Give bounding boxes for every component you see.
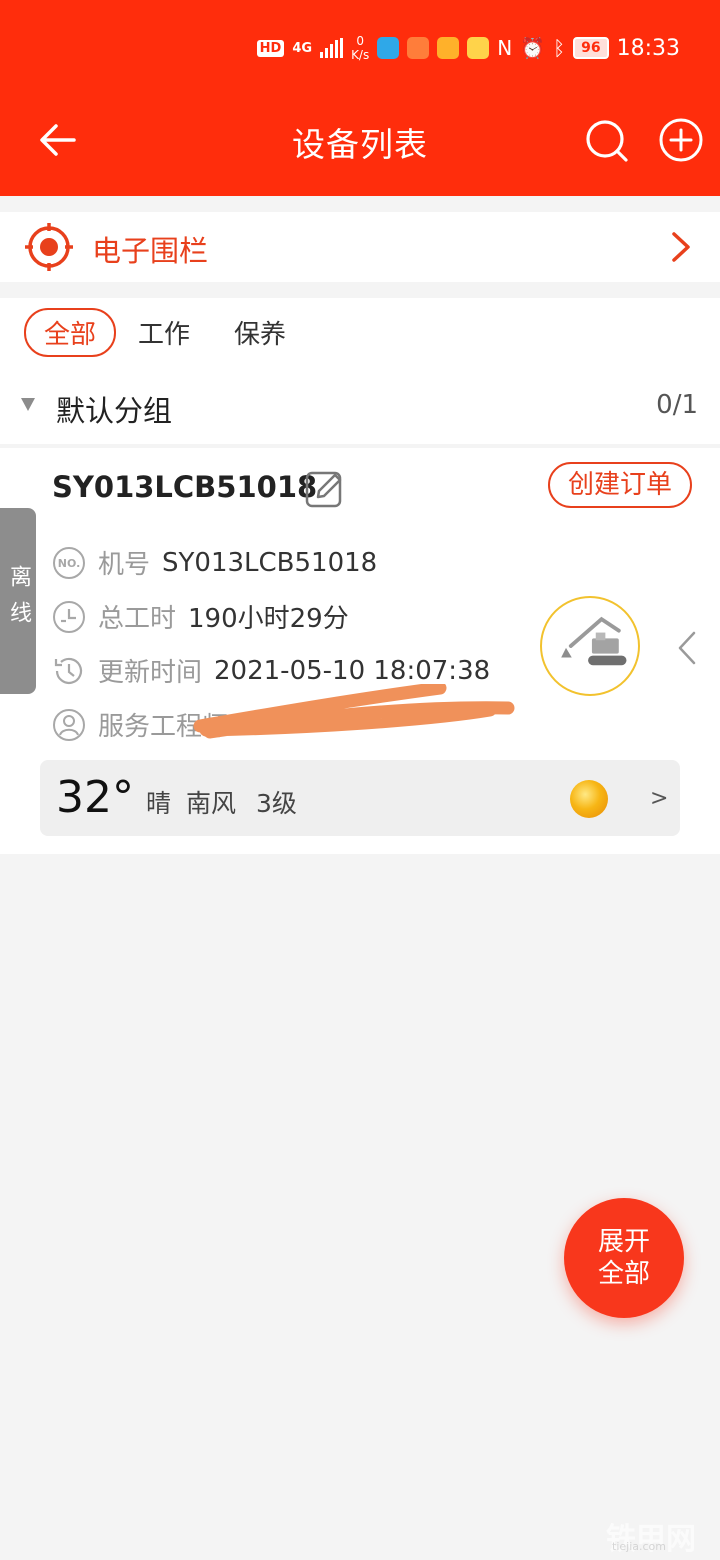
excavator-icon [561,616,627,666]
engineer-icon [53,708,85,741]
tab-all[interactable]: 全部 [24,308,117,357]
status-bar: HD 4G 0 K/s N ⏰ ᛒ 96 18:33 [256,34,680,62]
excavator-thumbnail[interactable] [540,596,640,696]
group-name: 默认分组 [56,394,173,428]
info-key-hours: 总工时 [98,604,177,634]
redaction-scribble [193,684,515,739]
nfc-icon: N [497,36,513,60]
history-clock-icon [54,657,83,684]
geofence-target-icon [25,223,73,271]
info-value-updated: 2021-05-10 18:07:38 [214,655,491,686]
group-count: 0/1 [656,390,698,420]
group-header[interactable]: 默认分组 0/1 [0,382,720,438]
net-speed-value: 0 [356,34,364,48]
info-key-updated: 更新时间 [98,658,203,688]
create-order-button[interactable]: 创建订单 [548,462,692,508]
hd-indicator: HD [256,39,285,57]
svg-text:NO.: NO. [58,557,81,570]
electronic-fence-row[interactable]: 电子围栏 [0,212,720,282]
net-speed-unit: K/s [351,48,370,62]
watermark-url: tiejia.com [612,1540,666,1553]
info-row-serial: NO. 机号 SY013LCB51018 [52,544,377,581]
filter-area: 全部 工作 保养 默认分组 0/1 [0,298,720,444]
battery-indicator: 96 [573,37,609,59]
notification-message-icon [467,37,490,59]
chevron-left-icon[interactable] [676,630,698,666]
weather-condition: 晴 [146,789,172,818]
weather-wind: 南风 [186,789,237,818]
notification-app-icon [377,37,400,59]
fence-label: 电子围栏 [92,234,209,268]
alarm-icon: ⏰ [520,36,546,60]
expand-all-button[interactable]: 展开 全部 [564,1198,684,1318]
edit-icon[interactable] [304,468,346,510]
weather-more-arrow: > [650,786,669,811]
status-filter-tabs: 全部 工作 保养 [24,308,330,357]
offline-status-tab: 离线 [0,508,36,694]
fab-label-line1: 展开 [597,1227,650,1257]
notification-shop-icon [437,37,460,59]
signal-bars-icon [320,38,344,58]
info-value-hours: 190小时29分 [188,604,349,634]
search-icon[interactable] [584,118,630,164]
tab-working[interactable]: 工作 [138,314,190,351]
sunny-weather-icon [570,780,608,818]
collapse-triangle-icon [21,398,35,411]
app-screen: HD 4G 0 K/s N ⏰ ᛒ 96 18:33 设备列表 电子围栏 全部 … [0,0,720,1560]
app-header: HD 4G 0 K/s N ⏰ ᛒ 96 18:33 设备列表 [0,0,720,196]
weather-temperature: 32° [56,772,134,823]
weather-bar[interactable]: 32° 晴 南风 3级 > [40,760,680,836]
status-time: 18:33 [616,35,680,61]
info-row-hours: 总工时 190小时29分 [52,598,349,635]
info-key-serial: 机号 [98,550,151,580]
add-device-icon[interactable] [658,117,704,163]
work-hours-icon [53,600,85,633]
weather-wind-level: 3级 [256,789,297,818]
notification-video-icon [407,37,430,59]
info-value-serial: SY013LCB51018 [162,547,378,578]
tab-maintenance[interactable]: 保养 [234,314,286,351]
serial-number-icon: NO. [53,546,85,579]
chevron-right-icon [672,232,690,262]
device-id: SY013LCB51018 [52,470,318,504]
network-type: 4G [292,40,313,56]
device-card[interactable]: 离线 SY013LCB51018 创建订单 NO. 机号 SY013LCB510… [0,448,720,854]
bluetooth-icon: ᛒ [553,36,566,60]
net-speed: 0 K/s [351,34,369,62]
fab-label-line2: 全部 [597,1259,650,1289]
